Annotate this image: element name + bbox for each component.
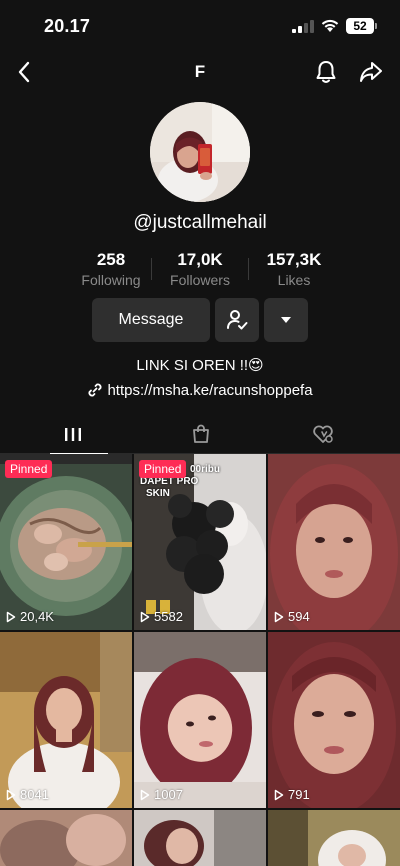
stat-followers-label: Followers bbox=[170, 272, 230, 288]
bell-icon[interactable] bbox=[312, 58, 340, 86]
cellular-signal-icon bbox=[292, 20, 314, 33]
share-icon[interactable] bbox=[357, 58, 385, 86]
play-icon bbox=[140, 611, 150, 622]
battery-tip bbox=[375, 23, 377, 29]
play-icon bbox=[274, 611, 284, 622]
video-thumbnail[interactable]: Pinned 20,4K bbox=[0, 454, 132, 630]
nav-title: F bbox=[194, 62, 206, 81]
view-count-value: 8041 bbox=[20, 787, 49, 802]
stat-following-label: Following bbox=[81, 272, 141, 288]
video-thumbnail[interactable]: 594 bbox=[268, 454, 400, 630]
view-count-value: 594 bbox=[288, 609, 310, 624]
video-thumbnail[interactable] bbox=[0, 810, 132, 866]
stat-following-value: 258 bbox=[96, 250, 126, 269]
profile-link[interactable]: https://msha.ke/racunshoppefa bbox=[0, 380, 400, 400]
stat-likes-value: 157,3K bbox=[266, 250, 322, 269]
pinned-badge: Pinned bbox=[5, 460, 53, 478]
video-thumbnail[interactable] bbox=[268, 810, 400, 866]
tab-liked[interactable] bbox=[256, 414, 389, 454]
profile-avatar[interactable] bbox=[150, 102, 250, 202]
view-count-value: 791 bbox=[288, 787, 310, 802]
video-thumbnail[interactable]: 791 bbox=[268, 632, 400, 808]
wifi-icon bbox=[321, 19, 339, 32]
username: @justcallmehail bbox=[133, 212, 267, 233]
view-count: 791 bbox=[274, 787, 310, 802]
profile-stats: 258 Following 17,0K Followers 157,3K Lik… bbox=[0, 250, 400, 290]
view-count-value: 1007 bbox=[154, 787, 183, 802]
tab-shop[interactable] bbox=[134, 414, 267, 454]
view-count: 1007 bbox=[140, 787, 183, 802]
thumbnail-caption-line: 00ribu bbox=[190, 464, 221, 475]
pinned-badge: Pinned bbox=[139, 460, 187, 478]
more-options-button[interactable] bbox=[264, 298, 308, 342]
play-icon bbox=[6, 611, 16, 622]
stat-followers[interactable]: 17,0K Followers bbox=[150, 250, 250, 288]
stat-following[interactable]: 258 Following bbox=[61, 250, 161, 288]
thumbnail-caption-line: SKIN bbox=[146, 488, 170, 499]
view-count-value: 5582 bbox=[154, 609, 183, 624]
view-count: 594 bbox=[274, 609, 310, 624]
video-thumbnail[interactable] bbox=[134, 810, 266, 866]
status-bar: 20.17 52 bbox=[0, 0, 400, 52]
play-icon bbox=[274, 789, 284, 800]
grid-icon bbox=[64, 428, 81, 441]
view-count: 20,4K bbox=[6, 609, 54, 624]
video-thumbnail[interactable]: 8041 bbox=[0, 632, 132, 808]
user-check-icon bbox=[227, 310, 248, 330]
tab-videos[interactable] bbox=[6, 414, 139, 455]
stat-likes-label: Likes bbox=[277, 272, 311, 288]
caret-down-icon bbox=[281, 317, 291, 323]
message-button[interactable]: Message bbox=[92, 298, 210, 342]
view-count: 5582 bbox=[140, 609, 183, 624]
video-thumbnail[interactable]: 1007 bbox=[134, 632, 266, 808]
profile-link-text: https://msha.ke/racunshoppefa bbox=[107, 381, 313, 399]
battery-indicator: 52 bbox=[346, 18, 374, 34]
profile-tabs bbox=[0, 414, 400, 455]
bag-icon bbox=[192, 424, 209, 443]
video-grid: Pinned 20,4K Pinned 00ribu DAPET PRO SKI… bbox=[0, 454, 400, 866]
status-time: 20.17 bbox=[44, 16, 91, 36]
liked-heart-icon bbox=[312, 425, 333, 443]
video-thumbnail[interactable]: Pinned 00ribu DAPET PRO SKIN 5582 bbox=[134, 454, 266, 630]
view-count-value: 20,4K bbox=[20, 609, 54, 624]
stat-followers-value: 17,0K bbox=[177, 250, 223, 269]
stat-likes[interactable]: 157,3K Likes bbox=[244, 250, 344, 288]
profile-bio: LINK SI OREN !!😍 bbox=[136, 357, 264, 374]
view-count: 8041 bbox=[6, 787, 49, 802]
following-status-button[interactable] bbox=[215, 298, 259, 342]
play-icon bbox=[6, 789, 16, 800]
play-icon bbox=[140, 789, 150, 800]
top-navigation: F bbox=[0, 52, 400, 92]
link-icon bbox=[88, 383, 102, 397]
